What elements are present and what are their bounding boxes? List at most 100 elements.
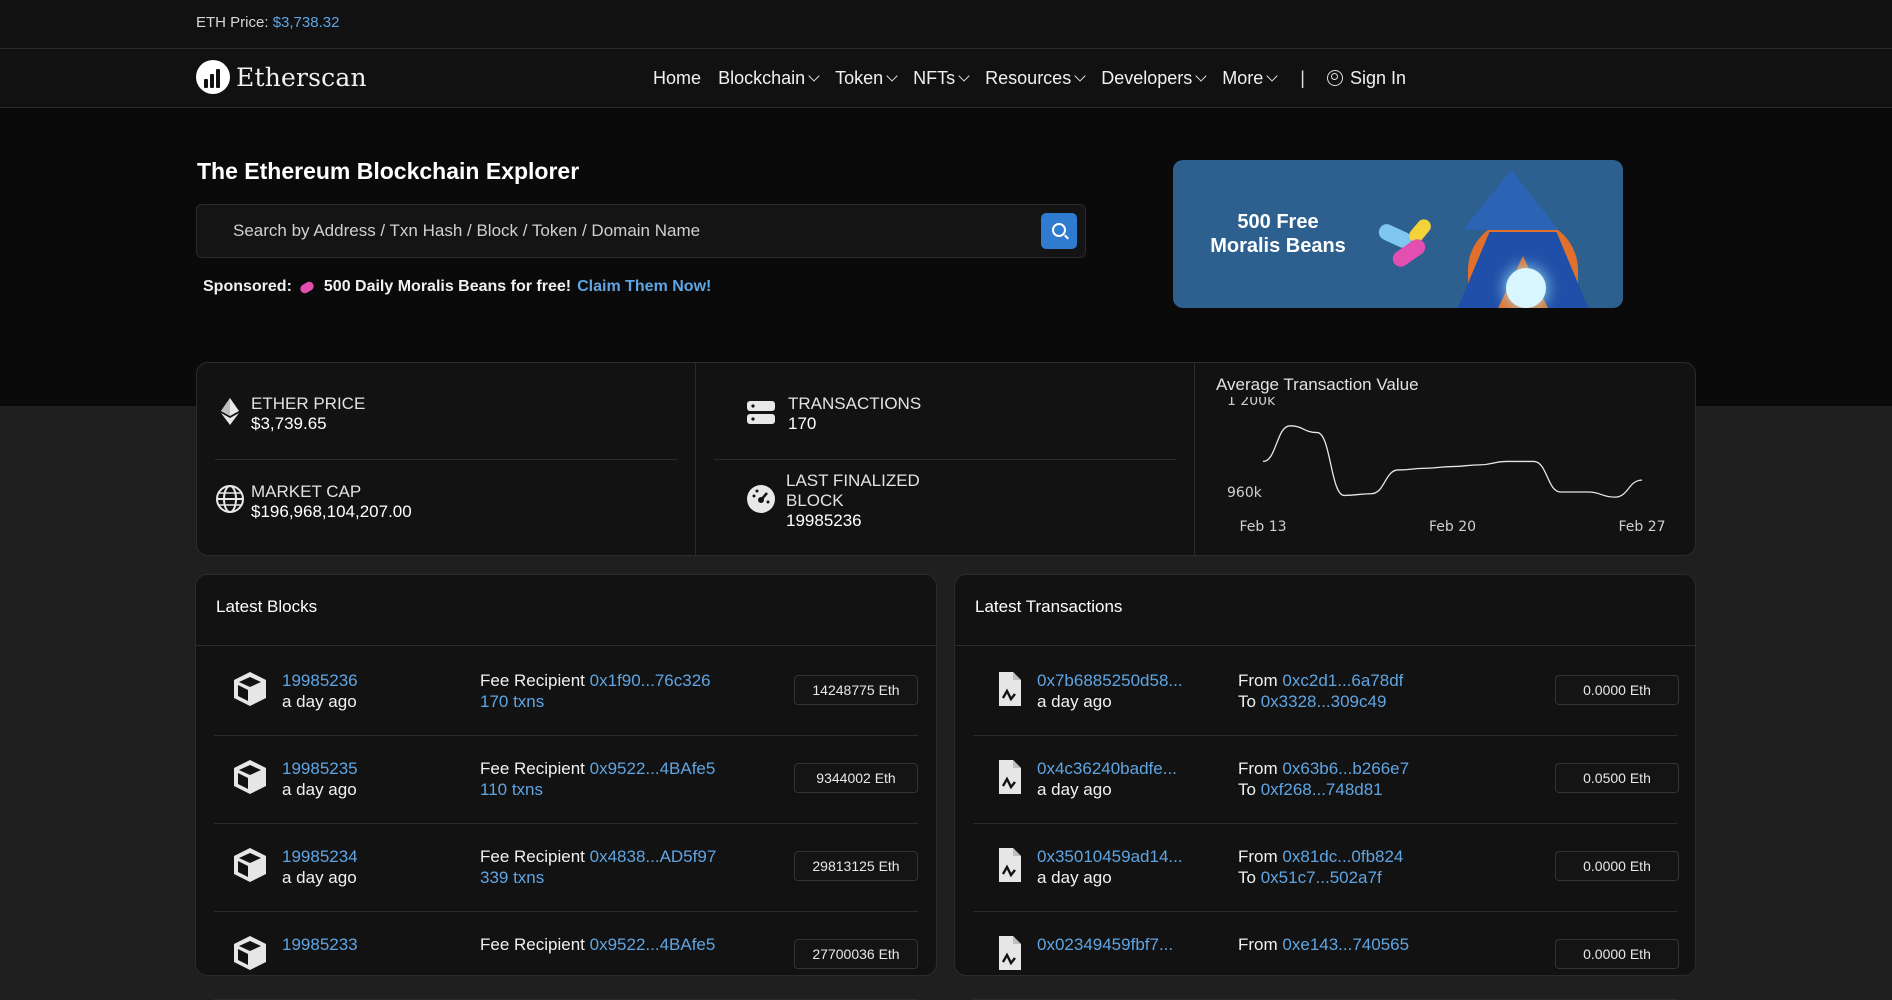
block-row: 19985233 Fee Recipient 0x9522...4BAfe5 277…	[214, 911, 918, 1000]
to-address-link[interactable]: 0xf268...748d81	[1261, 780, 1383, 799]
latest-transactions-panel: Latest Transactions 0x7b6885250d58... a d…	[954, 574, 1696, 1000]
nav-menu: Home Blockchain Token NFTs Resources Dev…	[636, 49, 1406, 107]
chevron-down-icon	[808, 69, 820, 82]
search-icon	[1052, 223, 1066, 237]
tx-from: From 0xc2d1...6a78df	[1238, 671, 1404, 690]
search-input[interactable]	[231, 217, 1015, 245]
tx-to: To 0x3328...309c49	[1238, 692, 1387, 711]
tx-value-badge: 0.0000 Eth	[1555, 939, 1679, 969]
sign-in-link[interactable]: Sign In	[1326, 67, 1406, 89]
block-row: 19985236 a day ago Fee Recipient 0x1f90...…	[214, 647, 918, 736]
search-box	[196, 204, 1086, 258]
fee-recipient: Fee Recipient 0x9522...4BAfe5	[480, 759, 716, 778]
tx-from: From 0x81dc...0fb824	[1238, 847, 1404, 866]
ether-price-value[interactable]: $3,739.65	[251, 414, 365, 434]
server-icon	[747, 401, 775, 424]
nav-item-resources[interactable]: Resources	[985, 68, 1086, 89]
eth-price-text: ETH Price: $3,738.32	[196, 14, 339, 31]
transaction-row: 0x4c36240badfe... a day ago From 0x63b6...…	[973, 735, 1679, 824]
stats-col-transactions: TRANSACTIONS 170 LAST FINALIZED BLOCK 19…	[696, 363, 1195, 555]
tx-hash-link[interactable]: 0x4c36240badfe...	[1037, 758, 1177, 779]
from-address-link[interactable]: 0x81dc...0fb824	[1282, 847, 1403, 866]
chevron-down-icon	[958, 69, 970, 82]
ethereum-icon	[221, 398, 239, 425]
latest-blocks-title: Latest Blocks	[216, 597, 318, 616]
cube-icon	[230, 845, 270, 885]
eth-price-bar: ETH Price: $3,738.32	[0, 0, 1892, 49]
block-row: 19985235 a day ago Fee Recipient 0x9522...…	[214, 735, 918, 824]
tx-age: a day ago	[1037, 868, 1112, 887]
document-icon	[989, 845, 1029, 885]
x-tick-label: Feb 27	[1618, 519, 1665, 535]
fee-recipient-link[interactable]: 0x1f90...76c326	[590, 671, 711, 690]
cube-icon	[230, 757, 270, 797]
nav-item-developers[interactable]: Developers	[1101, 68, 1207, 89]
block-reward-badge: 9344002 Eth	[794, 763, 918, 793]
y-tick-label: 960k	[1227, 485, 1263, 501]
from-address-link[interactable]: 0xc2d1...6a78df	[1282, 671, 1403, 690]
block-number-link[interactable]: 19985234	[282, 846, 358, 867]
tx-age: a day ago	[1037, 692, 1112, 711]
ether-price-stat: ETHER PRICE $3,739.65	[251, 394, 366, 434]
latest-transactions-title: Latest Transactions	[975, 597, 1123, 616]
fee-recipient-link[interactable]: 0x4838...AD5f97	[590, 847, 717, 866]
y-tick-label: 1 200k	[1227, 397, 1276, 409]
tx-value-badge: 0.0000 Eth	[1555, 851, 1679, 881]
nav-item-nfts[interactable]: NFTs	[913, 68, 970, 89]
txns-link[interactable]: 170 txns	[480, 691, 544, 712]
block-number-link[interactable]: 19985236	[282, 670, 358, 691]
latest-blocks-panel: Latest Blocks 19985236 a day ago Fee Recip…	[195, 574, 937, 1000]
last-block-value[interactable]: 19985236	[786, 511, 920, 531]
transactions-value[interactable]: 170	[788, 414, 921, 434]
txns-link[interactable]: 110 txns	[480, 779, 543, 800]
sponsored-label: Sponsored:	[203, 278, 292, 295]
sponsored-text: 500 Daily Moralis Beans for free!	[323, 278, 572, 295]
from-address-link[interactable]: 0xe143...740565	[1282, 935, 1409, 954]
user-circle-icon	[1326, 70, 1343, 86]
tx-age: a day ago	[1037, 780, 1112, 799]
main-navbar: Etherscan Home Blockchain Token NFTs Res…	[0, 49, 1892, 108]
logo-text: Etherscan	[236, 62, 367, 92]
search-button[interactable]	[1041, 213, 1077, 249]
tx-hash-link[interactable]: 0x35010459ad14...	[1037, 846, 1183, 867]
block-number-link[interactable]: 19985235	[282, 758, 358, 779]
fee-recipient-link[interactable]: 0x9522...4BAfe5	[590, 935, 716, 954]
nav-separator: |	[1300, 67, 1305, 88]
globe-icon	[216, 485, 244, 513]
txns-link[interactable]: 339 txns	[480, 867, 544, 888]
document-icon	[989, 757, 1029, 797]
cube-icon	[230, 669, 270, 709]
from-address-link[interactable]: 0x63b6...b266e7	[1282, 759, 1409, 778]
cube-icon	[230, 933, 270, 973]
stats-card: ETHER PRICE $3,739.65 MARKET CAP $196,96…	[196, 362, 1696, 556]
nav-item-home[interactable]: Home	[653, 68, 701, 89]
transaction-row: 0x35010459ad14... a day ago From 0x81dc...…	[973, 823, 1679, 912]
nav-item-token[interactable]: Token	[835, 68, 898, 89]
document-icon	[989, 933, 1029, 973]
avg-tx-value-line	[1262, 425, 1643, 498]
sign-in-label: Sign In	[1349, 67, 1406, 88]
tx-hash-link[interactable]: 0x7b6885250d58...	[1037, 670, 1183, 691]
chevron-down-icon	[1266, 69, 1278, 82]
avg-transaction-value-chart[interactable]: 1 200k 960k Feb 13 Feb 20 Feb 27	[1195, 397, 1695, 555]
nav-item-more[interactable]: More	[1222, 68, 1278, 89]
transaction-row: 0x7b6885250d58... a day ago From 0xc2d1...…	[973, 647, 1679, 736]
divider	[955, 645, 1695, 646]
etherscan-logo-icon	[196, 60, 230, 94]
fee-recipient-link[interactable]: 0x9522...4BAfe5	[590, 759, 716, 778]
x-tick-label: Feb 13	[1239, 519, 1286, 535]
market-cap-stat: MARKET CAP $196,968,104,207.00	[251, 482, 412, 521]
ad-text: 500 Free Moralis Beans	[1210, 211, 1346, 257]
eth-price-value[interactable]: $3,738.32	[273, 14, 340, 31]
etherscan-logo[interactable]: Etherscan	[196, 59, 367, 95]
block-age: a day ago	[282, 780, 357, 799]
tx-to: To 0xf268...748d81	[1238, 780, 1383, 799]
nav-item-blockchain[interactable]: Blockchain	[718, 68, 820, 89]
divider	[215, 459, 677, 460]
to-address-link[interactable]: 0x3328...309c49	[1261, 692, 1387, 711]
moralis-ad-banner[interactable]: 500 Free Moralis Beans	[1173, 160, 1623, 308]
to-address-link[interactable]: 0x51c7...502a7f	[1261, 868, 1382, 887]
claim-link[interactable]: Claim Them Now!	[577, 278, 711, 296]
eth-price-label: ETH Price:	[196, 14, 269, 31]
stats-col-chart: Average Transaction Value 1 200k 960k Feb …	[1195, 363, 1695, 555]
